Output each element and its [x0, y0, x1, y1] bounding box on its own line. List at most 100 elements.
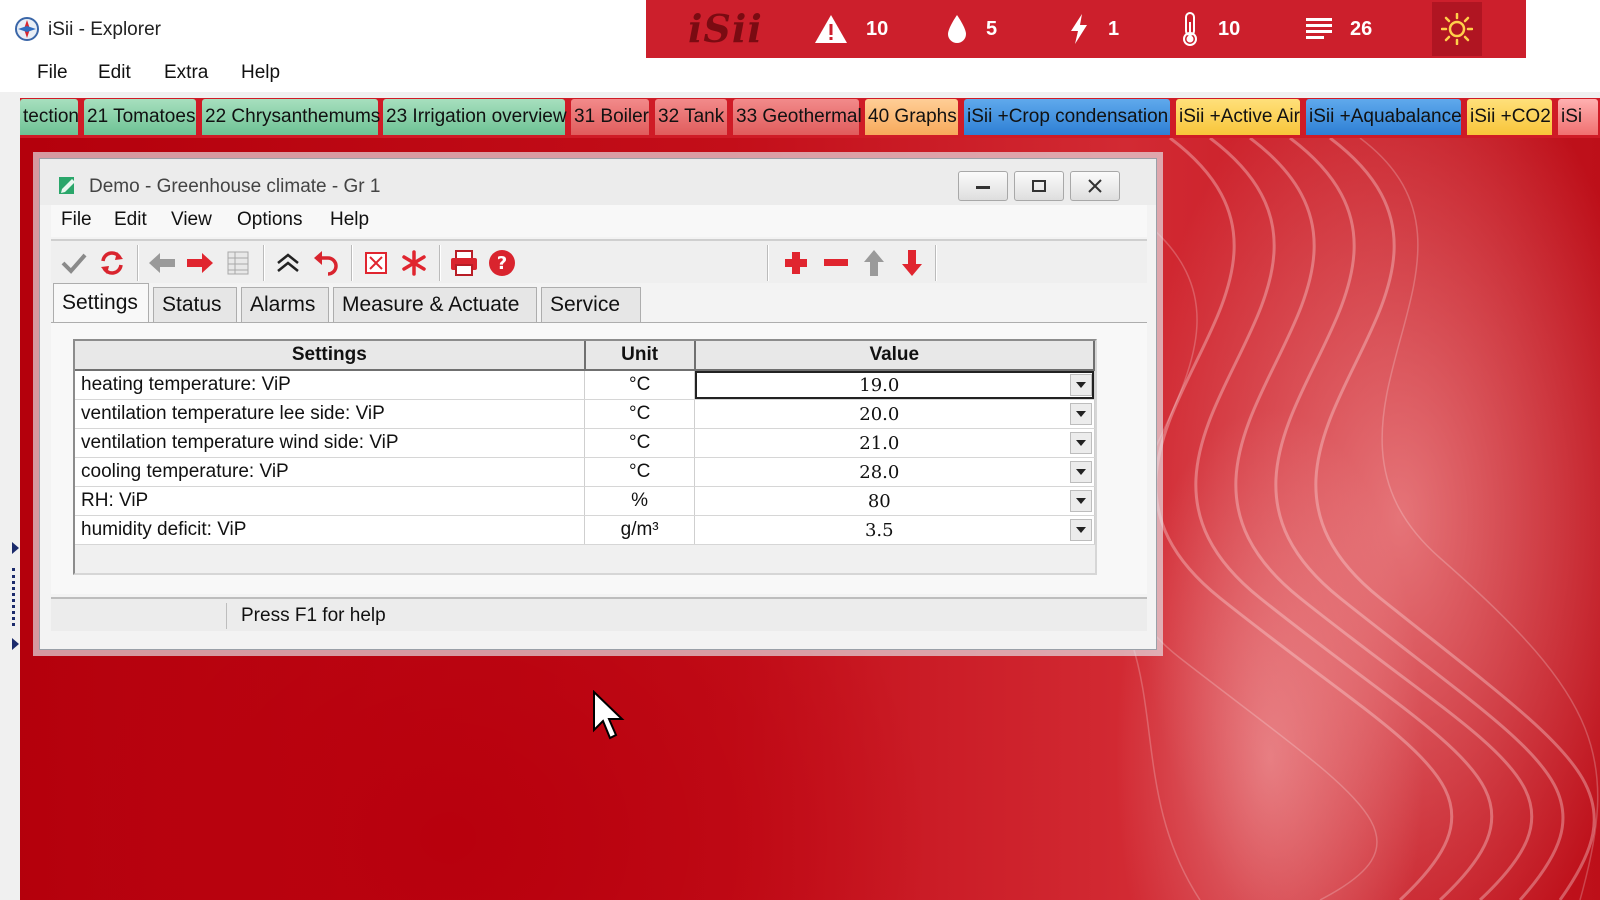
status-help-text: Press F1 for help	[241, 605, 386, 626]
splitter-grip-icon[interactable]	[12, 568, 15, 626]
help-icon: ?	[489, 250, 515, 276]
column-header-value[interactable]: Value	[694, 341, 1096, 371]
temperature-status[interactable]: 10	[1180, 12, 1240, 46]
setting-unit: %	[584, 486, 696, 516]
dropdown-arrow-icon[interactable]	[1069, 490, 1092, 512]
delete-button[interactable]	[359, 247, 393, 279]
mouse-pointer-icon	[593, 690, 625, 740]
water-status[interactable]: 5	[946, 12, 997, 46]
setting-value-cell[interactable]: 21.0	[694, 428, 1095, 458]
toolbar: ?	[51, 239, 1147, 283]
table-row[interactable]: cooling temperature: ViP °C 28.0	[75, 457, 1095, 487]
menu-options[interactable]: Options	[237, 209, 302, 231]
remove-button[interactable]	[819, 247, 853, 279]
apply-button[interactable]	[57, 247, 91, 279]
tab-boiler[interactable]: 31 Boiler	[571, 99, 649, 135]
toolbar-separator	[263, 245, 265, 281]
expand-arrow-icon[interactable]	[12, 542, 19, 554]
table-row[interactable]: humidity deficit: ViP g/m³ 3.5	[75, 515, 1095, 545]
greenhouse-climate-window: Demo - Greenhouse climate - Gr 1 File Ed…	[39, 158, 1157, 650]
tab-tank[interactable]: 32 Tank	[655, 99, 727, 135]
arrow-down-icon	[902, 250, 922, 276]
tab-settings[interactable]: Settings	[53, 283, 149, 323]
tab-tection[interactable]: tection	[20, 99, 79, 135]
tab-isii-more[interactable]: iSi	[1558, 99, 1598, 135]
dropdown-arrow-icon[interactable]	[1069, 403, 1092, 425]
dropdown-arrow-icon[interactable]	[1069, 461, 1092, 483]
setting-value-cell[interactable]: 20.0	[694, 399, 1095, 429]
setting-value[interactable]: 3.5	[695, 520, 1063, 541]
window-titlebar[interactable]: Demo - Greenhouse climate - Gr 1	[40, 159, 1156, 205]
tab-crop-condensation[interactable]: iSii +Crop condensation	[964, 99, 1170, 135]
setting-unit: °C	[584, 370, 696, 400]
sun-icon	[1441, 13, 1473, 45]
tab-geothermal[interactable]: 33 Geothermal	[733, 99, 862, 135]
tab-aquabalance[interactable]: iSii +Aquabalance	[1306, 99, 1462, 135]
setting-unit: °C	[584, 457, 696, 487]
left-splitter[interactable]	[0, 92, 20, 900]
setting-value[interactable]: 80	[695, 491, 1063, 512]
table-row[interactable]: heating temperature: ViP °C 19.0	[75, 370, 1095, 400]
add-button[interactable]	[779, 247, 813, 279]
dropdown-arrow-icon[interactable]	[1069, 432, 1092, 454]
tab-status[interactable]: Status	[153, 287, 237, 323]
tab-measure-actuate[interactable]: Measure & Actuate	[333, 287, 537, 323]
setting-value-cell[interactable]: 28.0	[694, 457, 1095, 487]
menu-view[interactable]: View	[171, 209, 212, 231]
print-button[interactable]	[447, 247, 481, 279]
power-status[interactable]: 1	[1068, 12, 1119, 46]
menu-file[interactable]: File	[33, 60, 72, 86]
move-down-button[interactable]	[895, 247, 929, 279]
minimize-button[interactable]	[958, 171, 1008, 201]
setting-value[interactable]: 19.0	[695, 375, 1063, 396]
setting-value-cell[interactable]: 80	[694, 486, 1095, 516]
warning-icon	[815, 15, 847, 43]
tab-irrigation-overview[interactable]: 23 Irrigation overview	[383, 99, 567, 135]
tab-co2[interactable]: iSii +CO2	[1467, 99, 1552, 135]
power-count: 1	[1108, 17, 1120, 40]
daylight-status[interactable]	[1432, 2, 1482, 56]
back-button[interactable]	[145, 247, 179, 279]
checkmark-icon	[61, 253, 87, 274]
setting-unit: °C	[584, 428, 696, 458]
menu-help[interactable]: Help	[237, 60, 284, 86]
asterisk-button[interactable]	[397, 247, 431, 279]
tab-active-air[interactable]: iSii +Active Air	[1176, 99, 1300, 135]
setting-value-cell[interactable]: 3.5	[694, 515, 1095, 545]
tab-chrysanthemums[interactable]: 22 Chrysanthemums	[202, 99, 380, 135]
column-header-unit[interactable]: Unit	[584, 341, 696, 371]
column-header-settings[interactable]: Settings	[75, 341, 586, 371]
setting-value-cell[interactable]: 19.0	[694, 370, 1095, 400]
dropdown-arrow-icon[interactable]	[1069, 519, 1092, 541]
setting-value[interactable]: 20.0	[695, 404, 1063, 425]
setting-value[interactable]: 21.0	[695, 433, 1063, 454]
menu-file[interactable]: File	[61, 209, 92, 231]
table-row[interactable]: RH: ViP % 80	[75, 486, 1095, 516]
menu-extra[interactable]: Extra	[160, 60, 212, 86]
forward-button[interactable]	[183, 247, 217, 279]
alarm-status[interactable]: 10	[814, 12, 888, 46]
menu-help[interactable]: Help	[330, 209, 369, 231]
setting-value[interactable]: 28.0	[695, 462, 1063, 483]
setting-name: RH: ViP	[75, 486, 586, 516]
refresh-button[interactable]	[95, 247, 129, 279]
collapse-button[interactable]	[271, 247, 305, 279]
maximize-button[interactable]	[1014, 171, 1064, 201]
table-view-button[interactable]	[221, 247, 255, 279]
tab-service[interactable]: Service	[541, 287, 641, 323]
menu-edit[interactable]: Edit	[94, 60, 135, 86]
help-button[interactable]: ?	[485, 247, 519, 279]
window-menubar: File Edit View Options Help	[51, 205, 1147, 237]
expand-arrow-icon[interactable]	[12, 638, 19, 650]
dropdown-arrow-icon[interactable]	[1069, 374, 1092, 396]
table-row[interactable]: ventilation temperature lee side: ViP °C…	[75, 399, 1095, 429]
menu-edit[interactable]: Edit	[114, 209, 147, 231]
close-button[interactable]	[1070, 171, 1120, 201]
table-row[interactable]: ventilation temperature wind side: ViP °…	[75, 428, 1095, 458]
list-status[interactable]: 26	[1306, 12, 1372, 46]
tab-tomatoes[interactable]: 21 Tomatoes	[84, 99, 196, 135]
move-up-button[interactable]	[857, 247, 891, 279]
undo-button[interactable]	[309, 247, 343, 279]
tab-graphs[interactable]: 40 Graphs	[865, 99, 958, 135]
tab-alarms[interactable]: Alarms	[241, 287, 329, 323]
